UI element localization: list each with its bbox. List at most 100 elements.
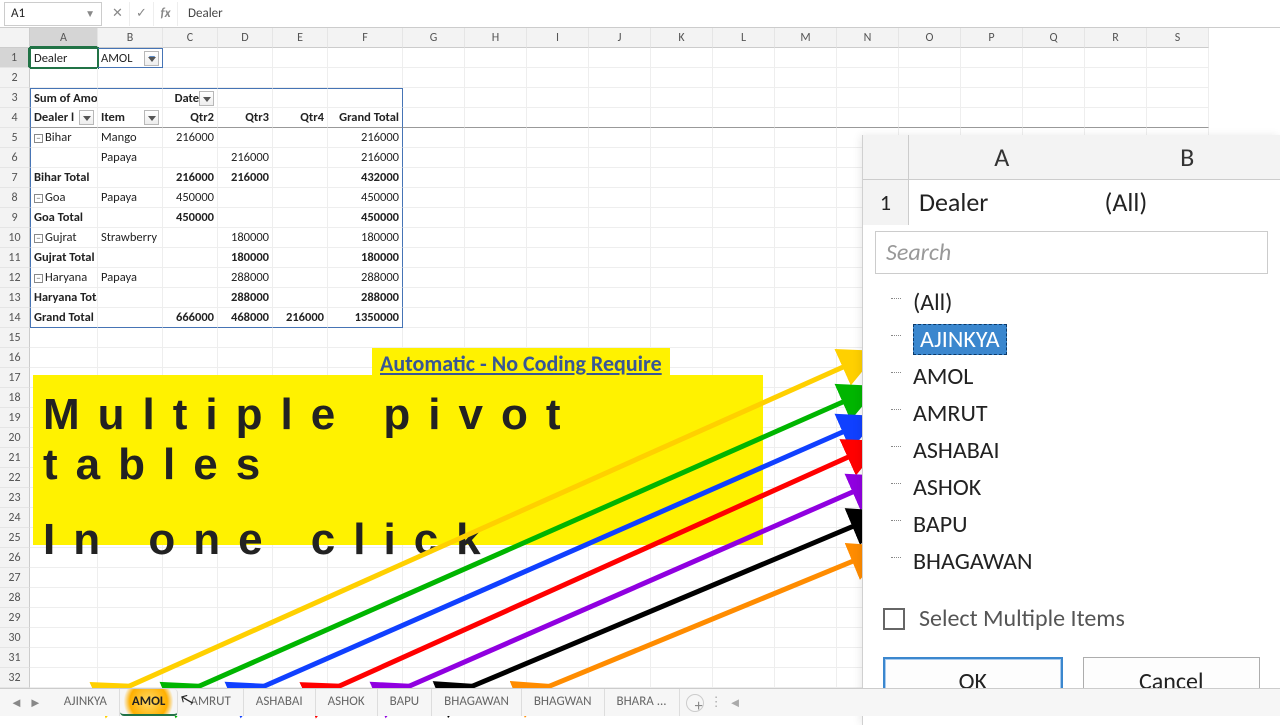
cell[interactable]	[527, 148, 589, 168]
cell[interactable]: Qtr4	[273, 108, 328, 128]
cell[interactable]	[775, 428, 837, 448]
cell[interactable]	[328, 88, 403, 108]
cell[interactable]	[273, 568, 328, 588]
cell[interactable]	[163, 568, 218, 588]
fx-icon[interactable]: fx	[154, 2, 178, 26]
cell[interactable]	[713, 168, 775, 188]
cell[interactable]	[713, 288, 775, 308]
cell[interactable]	[589, 268, 651, 288]
cell[interactable]	[403, 168, 465, 188]
tab-overflow-icon[interactable]: ⋮	[710, 695, 723, 710]
cell[interactable]	[775, 448, 837, 468]
cell[interactable]: 216000	[328, 148, 403, 168]
cell[interactable]	[713, 188, 775, 208]
cell[interactable]	[403, 668, 465, 688]
cell[interactable]	[1023, 48, 1085, 68]
cell[interactable]	[403, 188, 465, 208]
row-header[interactable]: 6	[0, 148, 30, 168]
row-header[interactable]: 1	[0, 48, 30, 68]
cell[interactable]	[163, 68, 218, 88]
cell[interactable]	[961, 68, 1023, 88]
row-header[interactable]: 22	[0, 468, 30, 488]
cell[interactable]	[273, 588, 328, 608]
cell[interactable]	[775, 648, 837, 668]
filter-item[interactable]: (All)	[883, 284, 1260, 321]
cell[interactable]	[775, 608, 837, 628]
cell[interactable]: −Goa	[30, 188, 98, 208]
cell[interactable]	[651, 168, 713, 188]
cell[interactable]: 450000	[163, 208, 218, 228]
cell[interactable]	[527, 68, 589, 88]
cell[interactable]	[775, 408, 837, 428]
cell[interactable]	[775, 148, 837, 168]
cell[interactable]	[218, 608, 273, 628]
cell[interactable]	[527, 268, 589, 288]
cell[interactable]	[651, 588, 713, 608]
cell[interactable]: Date	[163, 88, 218, 108]
cell[interactable]: 468000	[218, 308, 273, 328]
cell[interactable]	[651, 628, 713, 648]
cell[interactable]	[218, 568, 273, 588]
column-header-M[interactable]: M	[775, 28, 837, 48]
cell[interactable]	[527, 208, 589, 228]
column-header-L[interactable]: L	[713, 28, 775, 48]
cell[interactable]	[775, 308, 837, 328]
cell[interactable]	[775, 348, 837, 368]
cell[interactable]	[403, 308, 465, 328]
cell[interactable]	[775, 548, 837, 568]
cell[interactable]	[328, 608, 403, 628]
cell[interactable]	[589, 48, 651, 68]
row-header[interactable]: 11	[0, 248, 30, 268]
cell[interactable]	[651, 668, 713, 688]
cell[interactable]	[218, 628, 273, 648]
row-header[interactable]: 32	[0, 668, 30, 688]
cell[interactable]	[1147, 48, 1209, 68]
cell[interactable]	[775, 368, 837, 388]
cell[interactable]	[837, 48, 899, 68]
cell[interactable]	[775, 488, 837, 508]
column-header-J[interactable]: J	[589, 28, 651, 48]
cell[interactable]: 450000	[328, 208, 403, 228]
cell[interactable]	[273, 68, 328, 88]
cell[interactable]	[775, 528, 837, 548]
column-header-R[interactable]: R	[1085, 28, 1147, 48]
cell[interactable]	[465, 108, 527, 128]
cell[interactable]	[527, 608, 589, 628]
cell[interactable]	[218, 128, 273, 148]
cell[interactable]	[465, 68, 527, 88]
cell[interactable]	[30, 148, 98, 168]
cell[interactable]	[465, 608, 527, 628]
filter-item[interactable]: BAPU	[883, 506, 1260, 543]
cell[interactable]	[651, 248, 713, 268]
cell[interactable]	[1085, 108, 1147, 128]
cell[interactable]	[465, 668, 527, 688]
row-header[interactable]: 7	[0, 168, 30, 188]
sheet-tab[interactable]: BHAGAWAN	[432, 689, 522, 716]
cell[interactable]	[328, 568, 403, 588]
cell[interactable]	[98, 588, 163, 608]
cell[interactable]	[713, 628, 775, 648]
cell[interactable]	[527, 288, 589, 308]
cell[interactable]: 450000	[163, 188, 218, 208]
cell[interactable]	[527, 168, 589, 188]
cell[interactable]	[328, 48, 403, 68]
cell[interactable]: Haryana Total	[30, 288, 98, 308]
row-header[interactable]: 20	[0, 428, 30, 448]
row-header[interactable]: 27	[0, 568, 30, 588]
cell[interactable]	[465, 648, 527, 668]
cell[interactable]	[163, 668, 218, 688]
add-sheet-button[interactable]: +	[686, 694, 704, 712]
cell[interactable]	[273, 48, 328, 68]
row-header[interactable]: 25	[0, 528, 30, 548]
cell[interactable]	[465, 208, 527, 228]
cell[interactable]	[713, 68, 775, 88]
row-header[interactable]: 21	[0, 448, 30, 468]
cell[interactable]: Goa Total	[30, 208, 98, 228]
cell[interactable]: 216000	[218, 148, 273, 168]
cell[interactable]: Mango	[98, 128, 163, 148]
tab-nav-arrows[interactable]: ◄►	[0, 695, 52, 711]
cell[interactable]: 288000	[218, 268, 273, 288]
cell[interactable]	[30, 328, 98, 348]
cell[interactable]	[273, 328, 328, 348]
row-header[interactable]: 15	[0, 328, 30, 348]
